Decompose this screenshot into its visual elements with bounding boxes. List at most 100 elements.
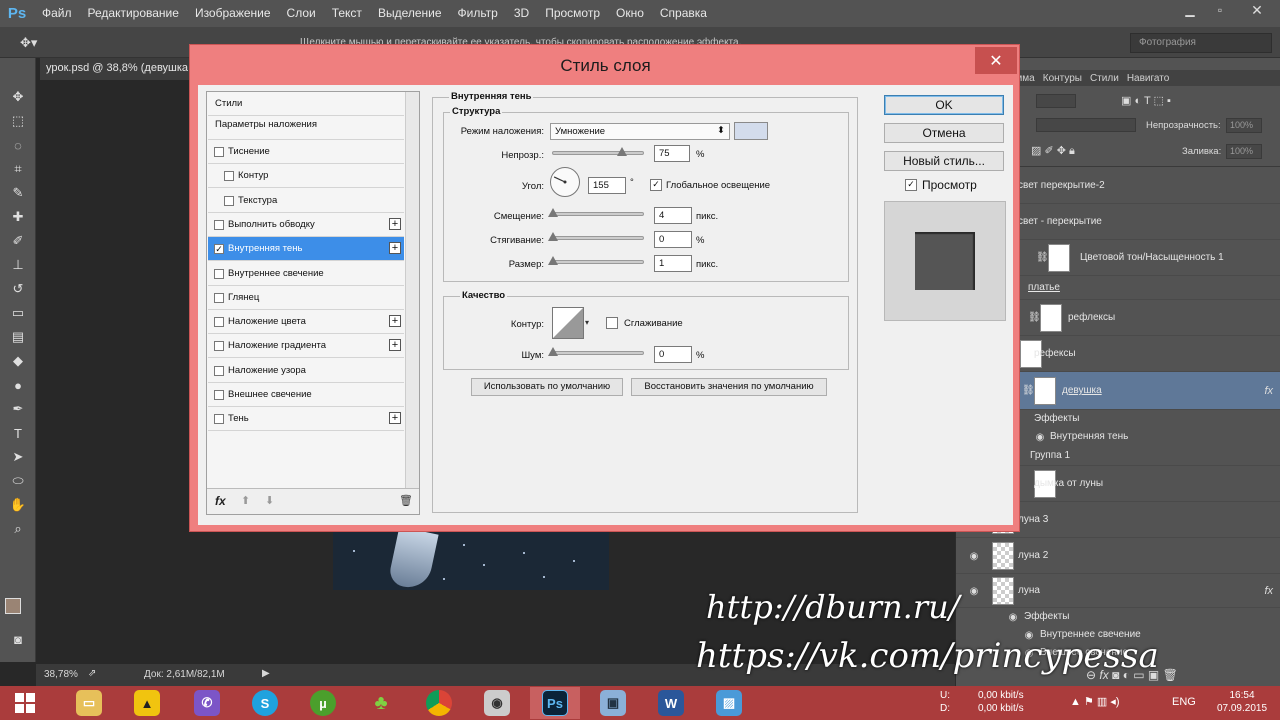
style-item[interactable]: Наложение узора [208, 359, 404, 383]
cancel-button[interactable]: Отмена [884, 123, 1004, 143]
use-default-button[interactable]: Использовать по умолчанию [471, 378, 623, 396]
blend-mode-select[interactable] [1036, 118, 1136, 132]
layer-row[interactable]: ◉ луна fx [956, 574, 1280, 608]
lock-icons[interactable]: ▨ ✐ ✥ 🔒︎ [1031, 144, 1075, 158]
filter-icons[interactable]: ▣ ◐ T ⬚ ▪ [1121, 94, 1171, 107]
quick-mask-icon[interactable]: ◙ [4, 628, 32, 650]
brush-icon[interactable]: ✐ [4, 230, 32, 252]
antialias-checkbox[interactable] [606, 317, 618, 329]
menu-item[interactable]: Текст [324, 0, 370, 27]
dialog-close-icon[interactable]: ✕ [975, 47, 1017, 74]
clock[interactable]: 16:54 07.09.2015 [1212, 689, 1272, 715]
panel-tab[interactable]: Навигато [1123, 73, 1173, 84]
move-icon[interactable]: ✥ [4, 86, 32, 108]
opacity-slider-knob[interactable] [617, 147, 627, 156]
foreground-color-swatch[interactable] [5, 598, 21, 614]
canvas-image[interactable] [333, 530, 609, 590]
choke-slider-knob[interactable] [548, 232, 558, 241]
move-tool-icon[interactable]: ✥▾ [20, 35, 37, 51]
panel-tab[interactable]: Стили [1086, 73, 1123, 84]
taskbar-photos[interactable]: ▨ [704, 687, 754, 719]
close-icon[interactable]: ✕ [1238, 0, 1276, 20]
preview-checkbox[interactable]: ✓ [905, 179, 917, 191]
blend-options-item[interactable]: Параметры наложения [208, 116, 404, 140]
style-item[interactable]: Наложение цвета + [208, 310, 404, 335]
start-button[interactable] [0, 687, 50, 719]
layer-thumbnail[interactable] [992, 577, 1014, 605]
layer-fx-icon[interactable]: fx [1264, 385, 1273, 397]
visibility-eye-icon[interactable]: ◉ [1033, 432, 1047, 443]
menu-item[interactable]: Файл [34, 0, 80, 27]
workspace-select[interactable]: Фотография [1130, 33, 1272, 53]
style-item[interactable]: Внутреннее свечение [208, 262, 404, 286]
fx-menu-icon[interactable]: fx [215, 494, 226, 508]
style-item-checkbox[interactable] [224, 171, 234, 182]
document-tab[interactable]: урок.psd @ 38,8% (девушка [40, 58, 190, 80]
crop-icon[interactable]: ⌗ [4, 158, 32, 180]
taskbar-utorrent[interactable]: µ [298, 687, 348, 719]
move-up-icon[interactable]: ⬆ [241, 494, 250, 507]
size-slider-knob[interactable] [548, 256, 559, 265]
mask-link-icon[interactable]: ⛓ [1022, 385, 1035, 396]
minimize-icon[interactable]: ▁ [1176, 0, 1204, 20]
opacity-input[interactable]: 75 [654, 145, 690, 162]
style-item-checkbox[interactable] [214, 341, 224, 352]
taskbar-clover[interactable]: ♣ [356, 687, 406, 719]
add-effect-icon[interactable]: + [389, 412, 401, 425]
restore-icon[interactable]: ▫ [1206, 0, 1234, 20]
menu-item[interactable]: Выделение [370, 0, 450, 27]
taskbar-chrome[interactable] [414, 687, 464, 719]
style-item-checkbox[interactable] [214, 365, 224, 376]
style-item[interactable]: ✓ Внутренняя тень + [208, 237, 404, 262]
visibility-eye-icon[interactable]: ◉ [967, 586, 981, 597]
visibility-eye-icon[interactable]: ◉ [967, 551, 981, 562]
choke-slider[interactable] [548, 232, 644, 241]
mask-link-icon[interactable]: ⛓ [1036, 252, 1049, 263]
styles-scrollbar[interactable] [405, 92, 419, 488]
eyedropper-icon[interactable]: ✎ [4, 182, 32, 204]
zoom-level[interactable]: 38,78% [44, 669, 78, 680]
new-style-button[interactable]: Новый стиль... [884, 151, 1004, 171]
choke-input[interactable]: 0 [654, 231, 692, 248]
style-item[interactable]: Глянец [208, 286, 404, 310]
layer-fx-icon[interactable]: fx [1264, 585, 1273, 597]
visibility-eye-icon[interactable]: ◉ [1006, 612, 1020, 623]
taskbar-photoshop[interactable]: Ps [530, 687, 580, 719]
dodge-icon[interactable]: ● [4, 374, 32, 396]
menu-item[interactable]: Справка [652, 0, 715, 27]
add-effect-icon[interactable]: + [389, 315, 401, 328]
add-effect-icon[interactable]: + [389, 242, 401, 255]
style-item-checkbox[interactable]: ✓ [214, 244, 224, 255]
menu-item[interactable]: Просмотр [537, 0, 608, 27]
style-item[interactable]: Тиснение [208, 140, 404, 164]
size-input[interactable]: 1 [654, 255, 692, 272]
move-down-icon[interactable]: ⬇ [265, 494, 274, 507]
reset-default-button[interactable]: Восстановить значения по умолчанию [631, 378, 827, 396]
opacity-slider[interactable] [552, 147, 644, 156]
eraser-icon[interactable]: ▭ [4, 302, 32, 324]
ellipse-icon[interactable]: ⬭ [4, 470, 32, 492]
hand-icon[interactable]: ✋ [4, 494, 32, 516]
menu-item[interactable]: 3D [506, 0, 537, 27]
style-item[interactable]: Выполнить обводку + [208, 213, 404, 237]
layer-thumbnail[interactable] [1048, 244, 1070, 272]
opacity-input[interactable]: 100% [1226, 118, 1262, 133]
layer-row[interactable]: ◉ луна 2 [956, 538, 1280, 574]
layer-thumbnail[interactable] [992, 542, 1014, 570]
healing-icon[interactable]: ✚ [4, 206, 32, 228]
style-item-checkbox[interactable] [214, 414, 224, 425]
type-icon[interactable]: T [4, 422, 32, 444]
style-item-checkbox[interactable] [224, 195, 234, 206]
style-item-checkbox[interactable] [214, 292, 224, 303]
panel-tab[interactable]: Контуры [1039, 73, 1086, 84]
style-item[interactable]: Тень + [208, 407, 404, 432]
angle-dial[interactable] [550, 167, 580, 197]
distance-slider[interactable] [548, 208, 644, 217]
distance-input[interactable]: 4 [654, 207, 692, 224]
blend-mode-select[interactable]: Умножение ⬍ [550, 123, 730, 140]
size-slider[interactable] [548, 256, 644, 265]
angle-input[interactable]: 155 [588, 177, 626, 194]
contour-picker[interactable] [552, 307, 584, 339]
taskbar-app[interactable]: ▲ [122, 687, 172, 719]
pen-icon[interactable]: ✒ [4, 398, 32, 420]
